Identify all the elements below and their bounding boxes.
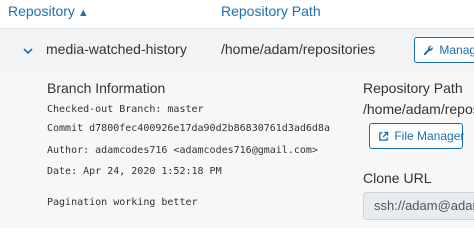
repository-path-title: Repository Path	[363, 80, 463, 96]
repository-path-header[interactable]: Repository Path	[221, 3, 321, 19]
repository-path-value: /home/adam/repositories	[363, 101, 474, 117]
chevron-down-icon[interactable]	[22, 44, 34, 56]
repository-name: media-watched-history	[46, 41, 187, 57]
manage-button[interactable]: Manage	[414, 37, 474, 63]
clone-url-field[interactable]: ssh://adam@adamcodes716	[363, 192, 474, 220]
clone-url-title: Clone URL	[363, 170, 432, 186]
file-manager-label: File Manager	[394, 129, 465, 143]
repository-details: Branch Information Checked-out Branch: m…	[0, 71, 474, 228]
commit-message: Pagination working better	[47, 197, 198, 208]
sort-repository-header[interactable]: Repository ▲	[8, 3, 89, 19]
sort-ascending-icon: ▲	[77, 7, 89, 19]
wrench-icon	[423, 43, 439, 57]
commit-date: Date: Apr 24, 2020 1:52:18 PM	[47, 166, 222, 177]
branch-information-title: Branch Information	[47, 80, 166, 96]
table-header: Repository ▲ Repository Path	[0, 0, 474, 29]
repositories-table: Repository ▲ Repository Path media-watche…	[0, 0, 474, 228]
table-row[interactable]: media-watched-history /home/adam/reposit…	[0, 29, 474, 71]
commit-hash: Commit d7800fec400926e17da90d2b86830761d…	[47, 123, 330, 134]
external-link-icon	[378, 129, 394, 143]
file-manager-button[interactable]: File Manager	[369, 123, 465, 149]
commit-author: Author: adamcodes716 <adamcodes716@gmail…	[47, 145, 318, 156]
header-path-label: Repository Path	[221, 3, 321, 19]
repository-path: /home/adam/repositories	[221, 41, 376, 57]
manage-button-label: Manage	[439, 43, 474, 57]
header-repository-label: Repository	[8, 3, 75, 19]
checked-out-branch: Checked-out Branch: master	[47, 104, 204, 115]
